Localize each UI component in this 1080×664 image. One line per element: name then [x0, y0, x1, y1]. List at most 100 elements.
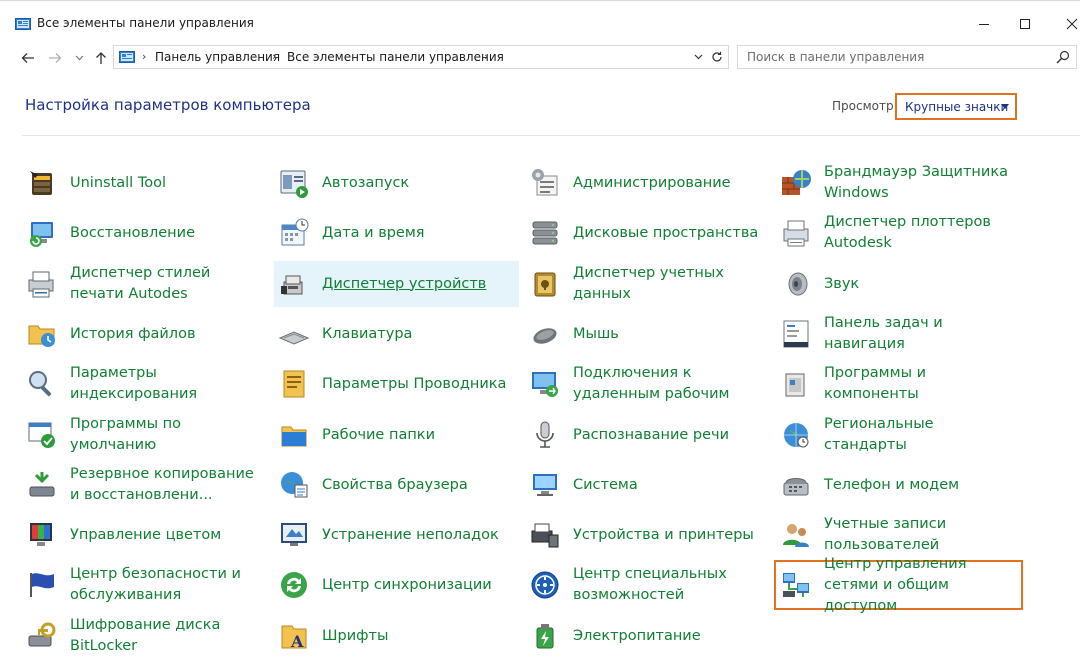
maximize-button[interactable] — [1003, 7, 1047, 41]
control-panel-item-administration[interactable]: Администрирование — [525, 160, 770, 206]
control-panel-item-network-center[interactable]: Центр управления сетями и общим доступом — [774, 556, 1023, 614]
item-label-text: Программы по умолчанию — [70, 416, 181, 453]
control-panel-item-label: Система — [573, 462, 769, 508]
control-panel-item-date-time[interactable]: Дата и время — [274, 210, 519, 256]
control-panel-item-label: Центр безопасности и обслуживания — [70, 562, 266, 608]
forward-button[interactable] — [44, 48, 66, 68]
control-panel-item-remote-desktop[interactable]: Подключения к удаленным рабочим — [525, 361, 770, 407]
control-panel-item-mouse[interactable]: Мышь — [525, 311, 770, 357]
control-panel-icon — [119, 51, 135, 63]
control-panel-item-programs[interactable]: Программы и компоненты — [776, 361, 1021, 407]
item-label-text: Клавиатура — [322, 325, 413, 342]
device-manager-icon — [278, 268, 310, 300]
control-panel-item-default-programs[interactable]: Программы по умолчанию — [22, 412, 267, 458]
control-panel-item-user-accounts[interactable]: Учетные записи пользователей — [776, 512, 1021, 558]
control-panel-item-storage-spaces[interactable]: Дисковые пространства — [525, 210, 770, 256]
breadcrumb-all-items[interactable]: Все элементы панели управления — [287, 50, 504, 64]
breadcrumb-separator: › — [272, 50, 277, 63]
control-panel-item-label: Uninstall Tool — [70, 160, 266, 206]
arrow-left-icon — [21, 53, 34, 63]
control-panel-item-label: Дисковые пространства — [573, 210, 769, 256]
address-bar[interactable]: › Панель управления › Все элементы панел… — [113, 45, 729, 69]
security-center-icon — [26, 569, 58, 601]
control-panel-item-backup[interactable]: Резервное копирование и восстановлени... — [22, 462, 267, 508]
storage-spaces-icon — [529, 217, 561, 249]
control-panel-item-explorer-options[interactable]: Параметры Проводника — [274, 361, 519, 407]
sound-icon — [780, 268, 812, 300]
control-panel-item-taskbar[interactable]: Панель задач и навигация — [776, 311, 1021, 357]
chevron-down-icon — [694, 54, 702, 60]
control-panel-item-plotter-manager[interactable]: Диспетчер плоттеров Autodesk — [776, 210, 1021, 256]
refresh-button[interactable] — [708, 48, 726, 66]
control-panel-item-file-history[interactable]: История файлов — [22, 311, 267, 357]
up-button[interactable] — [91, 48, 111, 68]
control-panel-item-sound[interactable]: Звук — [776, 261, 1021, 307]
control-panel-item-device-manager[interactable]: Диспетчер устройств — [274, 261, 519, 307]
minimize-button[interactable] — [962, 7, 1006, 41]
control-panel-item-fonts[interactable]: A Шрифты — [274, 613, 519, 659]
taskbar-icon — [780, 318, 812, 350]
remote-desktop-icon — [529, 368, 561, 400]
control-panel-item-label: Параметры Проводника — [322, 361, 518, 407]
print-style-icon — [26, 268, 58, 300]
search-input[interactable] — [738, 46, 1047, 68]
control-panel-item-region[interactable]: Региональные стандарты — [776, 412, 1021, 458]
control-panel-item-work-folders[interactable]: Рабочие папки — [274, 412, 519, 458]
control-panel-item-keyboard[interactable]: Клавиатура — [274, 311, 519, 357]
item-label-text: Диспетчер устройств — [322, 275, 487, 292]
control-panel-item-uninstall-tool[interactable]: Uninstall Tool — [22, 160, 267, 206]
item-label-text: Резервное копирование и восстановлени... — [70, 466, 254, 503]
control-panel-item-bitlocker[interactable]: Шифрование диска BitLocker — [22, 613, 267, 659]
view-mode-dropdown[interactable]: Крупные значки — [895, 93, 1017, 120]
item-label-text: Учетные записи пользователей — [824, 516, 947, 553]
control-panel-item-speech[interactable]: Распознавание речи — [525, 412, 770, 458]
control-panel-item-print-style[interactable]: Диспетчер стилей печати Autodes — [22, 261, 267, 307]
control-panel-item-power-options[interactable]: Электропитание — [525, 613, 770, 659]
back-button[interactable] — [16, 48, 40, 68]
keyboard-icon — [278, 318, 310, 350]
control-panel-item-troubleshooting[interactable]: Устранение неполадок — [274, 512, 519, 558]
control-panel-item-firewall[interactable]: Брандмауэр Защитника Windows — [776, 160, 1021, 206]
item-label-text: Панель задач и навигация — [824, 315, 943, 352]
control-panel-item-label: Диспетчер плоттеров Autodesk — [824, 210, 1020, 256]
breadcrumb-separator: › — [142, 50, 147, 63]
address-history-button[interactable] — [690, 48, 706, 66]
fonts-icon: A — [278, 620, 310, 652]
autoplay-icon — [278, 167, 310, 199]
control-panel-item-label: Свойства браузера — [322, 462, 518, 508]
search-icon[interactable] — [1056, 50, 1070, 64]
item-label-text: Автозапуск — [322, 174, 410, 191]
control-panel-item-sync-center[interactable]: Центр синхронизации — [274, 562, 519, 608]
user-accounts-icon — [780, 519, 812, 551]
control-panel-item-ease-of-access[interactable]: Центр специальных возможностей — [525, 562, 770, 608]
control-panel-item-browser-properties[interactable]: Свойства браузера — [274, 462, 519, 508]
control-panel-item-label: Администрирование — [573, 160, 769, 206]
control-panel-item-label: Телефон и модем — [824, 462, 1020, 508]
color-management-icon — [26, 519, 58, 551]
item-label-text: Система — [573, 476, 638, 493]
item-label-text: Центр синхронизации — [322, 576, 492, 593]
ease-of-access-icon — [529, 569, 561, 601]
breadcrumb-control-panel[interactable]: Панель управления — [155, 50, 280, 64]
recovery-icon — [26, 217, 58, 249]
control-panel-item-label: Программы и компоненты — [824, 361, 1020, 407]
control-panel-item-security-center[interactable]: Центр безопасности и обслуживания — [22, 562, 267, 608]
control-panel-item-label: Подключения к удаленным рабочим — [573, 361, 769, 407]
control-panel-item-credential-manager[interactable]: Диспетчер учетных данных — [525, 261, 770, 307]
control-panel-item-color-management[interactable]: Управление цветом — [22, 512, 267, 558]
recent-locations-button[interactable] — [72, 48, 86, 68]
control-panel-item-indexing[interactable]: Параметры индексирования — [22, 361, 267, 407]
close-button[interactable] — [1050, 7, 1080, 41]
control-panel-item-recovery[interactable]: Восстановление — [22, 210, 267, 256]
control-panel-item-system[interactable]: Система — [525, 462, 770, 508]
chevron-down-icon — [75, 55, 83, 61]
page-title: Настройка параметров компьютера — [25, 96, 311, 114]
control-panel-item-autoplay[interactable]: Автозапуск — [274, 160, 519, 206]
control-panel-item-label: Диспетчер учетных данных — [573, 261, 769, 307]
control-panel-item-label: Центр синхронизации — [322, 562, 518, 608]
control-panel-item-devices-printers[interactable]: Устройства и принтеры — [525, 512, 770, 558]
control-panel-item-phone-modem[interactable]: Телефон и модем — [776, 462, 1021, 508]
control-panel-item-label: Панель задач и навигация — [824, 311, 1020, 357]
item-label-text: История файлов — [70, 325, 196, 342]
item-label-text: Восстановление — [70, 224, 196, 241]
